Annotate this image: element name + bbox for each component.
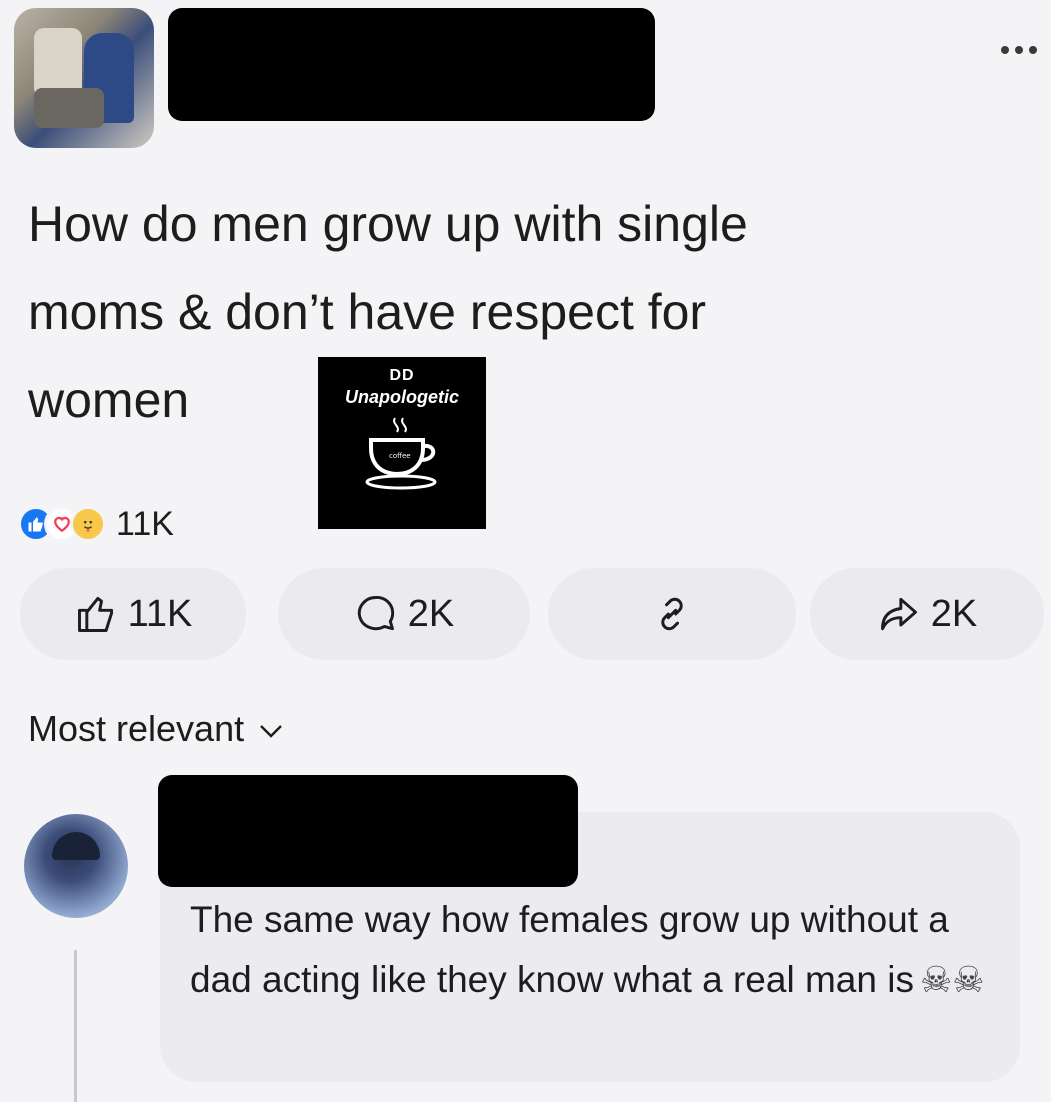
copy-link-button[interactable] bbox=[548, 568, 796, 660]
care-reaction-icon bbox=[70, 506, 106, 542]
thumbs-up-icon bbox=[74, 592, 118, 636]
facebook-post: How do men grow up with single moms & do… bbox=[0, 0, 1051, 1102]
redacted-poster-name bbox=[168, 8, 655, 121]
comment-button[interactable]: 2K bbox=[278, 568, 530, 660]
commenter-avatar[interactable] bbox=[24, 814, 128, 918]
reaction-summary[interactable]: 11K bbox=[18, 504, 174, 544]
share-button[interactable]: 2K bbox=[810, 568, 1044, 660]
watermark-name: Unapologetic bbox=[344, 387, 459, 407]
comment-text: The same way how females grow up without… bbox=[190, 890, 990, 1010]
watermark-top: DD bbox=[389, 367, 415, 384]
link-icon bbox=[650, 592, 694, 636]
action-bar: 11K 2K 2K bbox=[20, 568, 1045, 664]
share-arrow-icon bbox=[877, 592, 921, 636]
like-count: 11K bbox=[127, 592, 193, 635]
watermark-logo: DD Unapologetic coffee bbox=[318, 357, 486, 529]
coffee-cup-icon: coffee bbox=[318, 414, 486, 499]
post-text: How do men grow up with single moms & do… bbox=[28, 196, 748, 428]
chevron-down-icon bbox=[258, 708, 284, 750]
skull-crossbones-icon: ☠☠ bbox=[919, 959, 985, 1000]
poster-avatar[interactable] bbox=[14, 8, 154, 148]
like-button[interactable]: 11K bbox=[20, 568, 246, 660]
comment-count: 2K bbox=[407, 592, 455, 635]
comment-bubble-icon bbox=[354, 592, 398, 636]
comment-sort-dropdown[interactable]: Most relevant bbox=[28, 708, 284, 750]
cup-text: coffee bbox=[389, 452, 411, 460]
more-options-icon[interactable] bbox=[993, 40, 1045, 60]
reaction-count: 11K bbox=[116, 504, 174, 543]
thread-line bbox=[74, 950, 77, 1102]
comment-body: The same way how females grow up without… bbox=[190, 899, 949, 1000]
redacted-commenter-name bbox=[158, 775, 578, 887]
sort-label: Most relevant bbox=[28, 708, 245, 749]
share-count: 2K bbox=[930, 592, 978, 635]
